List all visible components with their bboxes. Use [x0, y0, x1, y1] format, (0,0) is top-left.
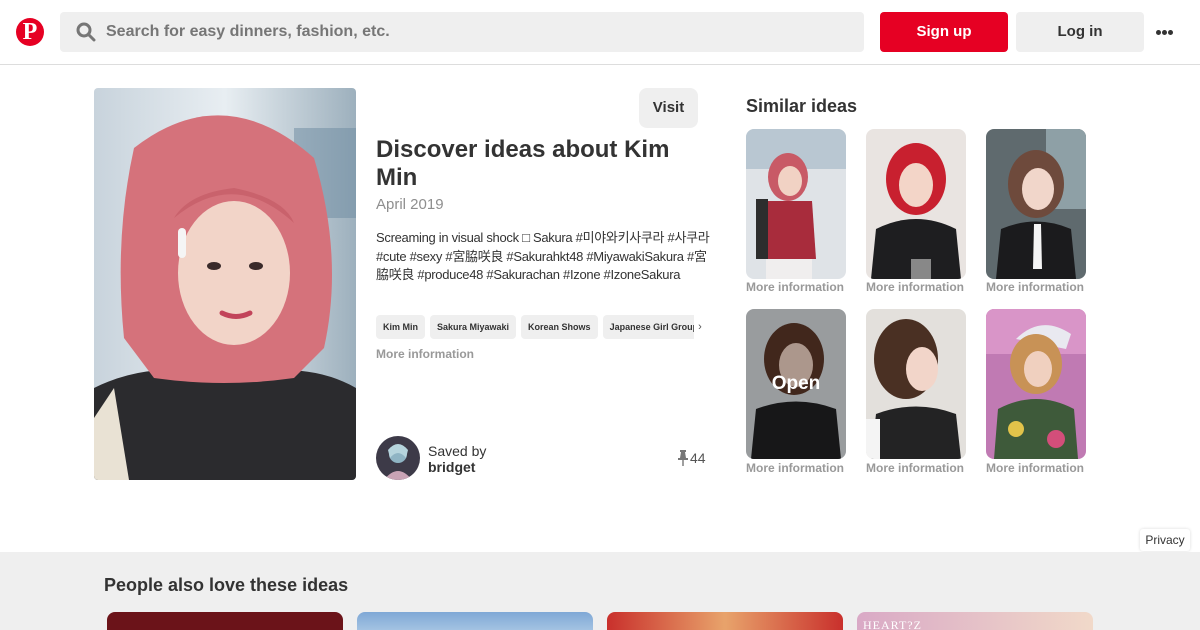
people-also-love-section: People also love these ideas HEART?Z [0, 552, 1200, 630]
similar-idea-thumbnail[interactable]: Open [746, 309, 846, 459]
sign-up-button[interactable]: Sign up [880, 12, 1008, 52]
top-nav-bar: P Sign up Log in [0, 0, 1200, 65]
idea-card-text: HEART?Z [863, 618, 922, 630]
pin-description: Screaming in visual shock □ Sakura #미야와키… [376, 230, 710, 282]
people-also-love-heading: People also love these ideas [104, 575, 349, 595]
similar-idea-thumbnail[interactable] [986, 309, 1086, 459]
similar-idea-thumbnail[interactable] [866, 309, 966, 459]
more-information-link[interactable]: More information [986, 461, 1096, 475]
idea-card[interactable] [357, 612, 593, 630]
log-in-button[interactable]: Log in [1016, 12, 1144, 52]
tag-chip[interactable]: Kim Min [376, 315, 425, 339]
saved-by-username[interactable]: bridget [428, 459, 475, 475]
avatar[interactable] [376, 436, 420, 480]
tag-list: Kim Min Sakura Miyawaki Korean Shows Japane… [376, 315, 706, 339]
more-information-link[interactable]: More information [376, 347, 474, 361]
search-bar[interactable] [60, 12, 864, 52]
pin-date: April 2019 [376, 196, 444, 213]
idea-card[interactable] [107, 612, 343, 630]
search-input[interactable] [106, 12, 846, 52]
saved-by-label: Saved by [428, 443, 487, 459]
pinterest-logo-icon[interactable]: P [16, 18, 44, 46]
privacy-button[interactable]: Privacy [1140, 529, 1190, 551]
pin-title: Discover ideas about Kim Min [376, 136, 670, 191]
chevron-right-icon[interactable]: › [694, 315, 706, 339]
pin-icon [678, 450, 688, 466]
similar-idea-thumbnail[interactable] [746, 129, 846, 279]
save-count: 44 [678, 450, 706, 466]
idea-card[interactable]: HEART?Z [857, 612, 1093, 630]
more-information-link[interactable]: More information [866, 280, 976, 294]
similar-ideas-heading: Similar ideas [746, 96, 858, 116]
pin-image[interactable] [94, 88, 356, 480]
open-button[interactable]: Open [746, 309, 846, 459]
save-count-value: 44 [690, 450, 706, 466]
more-information-link[interactable]: More information [746, 280, 856, 294]
more-information-link[interactable]: More information [866, 461, 976, 475]
tag-chip[interactable]: Sakura Miyawaki [430, 315, 517, 339]
more-information-link[interactable]: More information [746, 461, 856, 475]
idea-card[interactable] [607, 612, 843, 630]
more-information-link[interactable]: More information [986, 280, 1096, 294]
visit-button[interactable]: Visit [639, 88, 698, 128]
similar-idea-thumbnail[interactable] [986, 129, 1086, 279]
search-icon [76, 22, 96, 42]
more-options-icon[interactable] [1156, 24, 1180, 40]
similar-idea-thumbnail[interactable] [866, 129, 966, 279]
tag-chip[interactable]: Korean Shows [521, 315, 598, 339]
tag-chip[interactable]: Japanese Girl Group [602, 315, 706, 339]
